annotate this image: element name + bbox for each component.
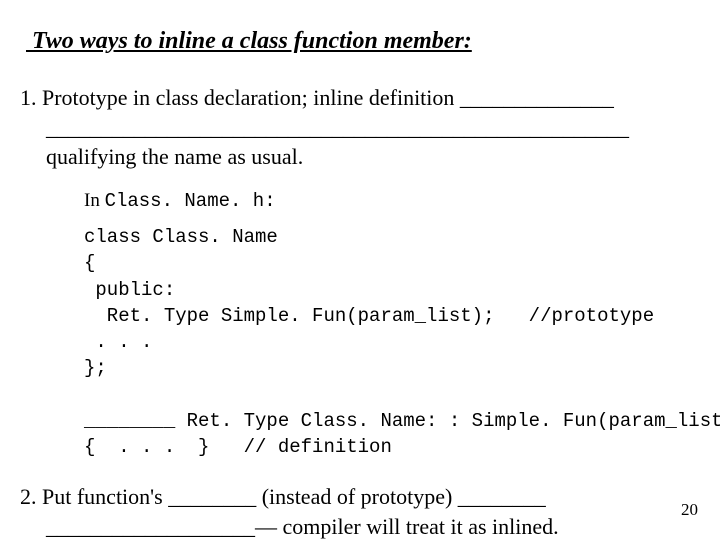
code-line-9: { . . . } // definition bbox=[84, 436, 392, 458]
code-header-prefix: In bbox=[84, 190, 105, 211]
para1-line3: qualifying the name as usual. bbox=[46, 142, 696, 172]
code-header-filename: Class. Name. h: bbox=[105, 190, 276, 212]
code-header: In Class. Name. h: bbox=[84, 190, 696, 212]
para1-line2: ________________________________________… bbox=[46, 113, 696, 143]
code-line-1: class Class. Name bbox=[84, 226, 278, 248]
slide-heading: Two ways to inline a class function memb… bbox=[26, 28, 696, 55]
code-line-5: . . . bbox=[84, 331, 152, 353]
para2-line2: ___________________— compiler will treat… bbox=[46, 512, 696, 542]
code-line-2: { bbox=[84, 252, 95, 274]
page-number: 20 bbox=[681, 500, 698, 520]
para2-line1: 2. Put function's ________ (instead of p… bbox=[20, 484, 546, 509]
paragraph-1: 1. Prototype in class declaration; inlin… bbox=[20, 83, 696, 172]
code-line-3: public: bbox=[84, 279, 175, 301]
paragraph-2: 2. Put function's ________ (instead of p… bbox=[20, 482, 696, 543]
para1-line1: 1. Prototype in class declaration; inlin… bbox=[20, 85, 614, 110]
code-block: class Class. Name { public: Ret. Type Si… bbox=[84, 224, 696, 460]
code-line-4: Ret. Type Simple. Fun(param_list); //pro… bbox=[84, 305, 654, 327]
slide-page: Two ways to inline a class function memb… bbox=[0, 0, 720, 540]
code-line-8: ________ Ret. Type Class. Name: : Simple… bbox=[84, 410, 720, 432]
code-line-6: }; bbox=[84, 357, 107, 379]
